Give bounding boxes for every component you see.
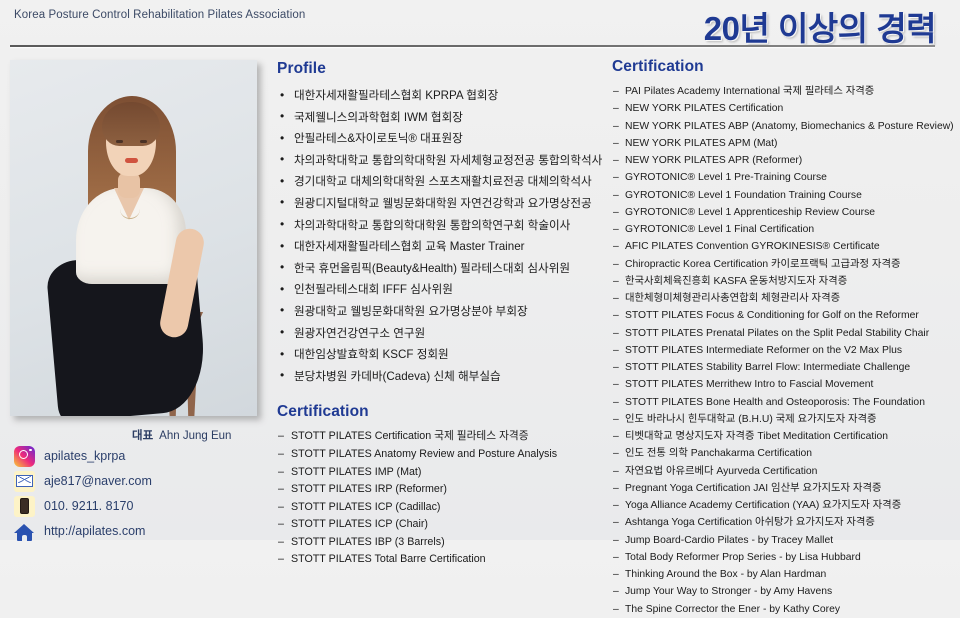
certification-right-item: STOTT PILATES Focus & Conditioning for G… <box>612 307 956 325</box>
profile-item: 국제웰니스의과학협회 IWM 협회장 <box>277 106 602 129</box>
certification-right-item: Jump Board-Cardio Pilates - by Tracey Ma… <box>612 532 956 550</box>
profile-item: 분당차병원 카데바(Cadeva) 신체 해부실습 <box>277 365 602 388</box>
profile-item: 대한임상발효학회 KSCF 정회원 <box>277 344 602 366</box>
certification-right-item: The Spine Corrector the Ener - by Kathy … <box>612 601 956 618</box>
phone-number: 010. 9211. 8170 <box>44 499 134 513</box>
contact-row-website[interactable]: http://apilates.com <box>14 519 264 543</box>
profile-item: 대한자세재활필라테스협회 교육 Master Trainer <box>277 236 602 258</box>
certification-right-item: 인도 바라나시 힌두대학교 (B.H.U) 국제 요가지도자 자격증 <box>612 411 956 429</box>
certification-mid-item: STOTT PILATES Anatomy Review and Posture… <box>277 446 602 464</box>
contact-row-email[interactable]: aje817@naver.com <box>14 469 264 493</box>
certification-mid-item: STOTT PILATES Certification 국제 필라테스 자격증 <box>277 428 602 446</box>
certification-mid-item: STOTT PILATES ICP (Chair) <box>277 516 602 534</box>
certification-mid-item: STOTT PILATES ICP (Cadillac) <box>277 499 602 517</box>
certification-right-item: STOTT PILATES Bone Health and Osteoporos… <box>612 394 956 412</box>
certification-right-item: GYROTONIC® Level 1 Apprenticeship Review… <box>612 204 956 222</box>
representative-line: 대표 Ahn Jung Eun <box>132 427 231 443</box>
portrait-photo <box>10 60 257 416</box>
certification-right-item: NEW YORK PILATES Certification <box>612 100 956 118</box>
certification-right-item: STOTT PILATES Prenatal Pilates on the Sp… <box>612 325 956 343</box>
profile-item: 차의과학대학교 통합의학대학원 통합의학연구회 학술이사 <box>277 214 602 237</box>
certification-right-item: STOTT PILATES Stability Barrel Flow: Int… <box>612 359 956 377</box>
page-title: 20년 이상의 경력 <box>703 10 937 47</box>
home-icon <box>14 521 35 542</box>
email-icon <box>14 470 35 492</box>
profile-item: 원광대학교 웰빙문화대학원 요가명상분야 부회장 <box>277 300 602 323</box>
certification-right-item: Chiropractic Korea Certification 카이로프랙틱 … <box>612 256 956 274</box>
profile-item: 경기대학교 대체의학대학원 스포츠재활치료전공 대체의학석사 <box>277 171 602 193</box>
certification-right-item: PAI Pilates Academy International 국제 필라테… <box>612 83 956 101</box>
profile-heading: Profile <box>277 60 326 77</box>
certification-right-item: Pregnant Yoga Certification JAI 임산부 요가지도… <box>612 480 956 498</box>
profile-item: 한국 휴먼올림픽(Beauty&Health) 필라테스대회 심사위원 <box>277 257 602 280</box>
certification-right-item: 한국사회체육진흥회 KASFA 운동처방지도자 자격증 <box>612 273 956 291</box>
certification-right-item: Yoga Alliance Academy Certification (YAA… <box>612 497 956 515</box>
certification-right-item: 인도 전통 의학 Panchakarma Certification <box>612 445 956 463</box>
profile-item: 안필라테스&자이로토닉® 대표원장 <box>277 128 602 150</box>
email-address: aje817@naver.com <box>44 474 152 488</box>
profile-list: 대한자세재활필라테스협회 KPRPA 협회장국제웰니스의과학협회 IWM 협회장… <box>277 85 602 387</box>
certification-column: Certification PAI Pilates Academy Intern… <box>612 58 956 618</box>
contact-list: apilates_kprpa aje817@naver.com 010. 921… <box>14 444 264 544</box>
certification-right-item: STOTT PILATES Intermediate Reformer on t… <box>612 342 956 360</box>
profile-item: 대한자세재활필라테스협회 KPRPA 협회장 <box>277 85 602 107</box>
certification-right-item: Ashtanga Yoga Certification 아쉬탕가 요가지도자 자… <box>612 514 956 532</box>
certification-right-item: 티벳대학교 명상지도자 자격증 Tibet Meditation Certifi… <box>612 428 956 446</box>
certification-right-item: NEW YORK PILATES ABP (Anatomy, Biomechan… <box>612 118 956 136</box>
header-divider <box>10 45 935 47</box>
certification-right-item: GYROTONIC® Level 1 Foundation Training C… <box>612 187 956 205</box>
certification-right-item: GYROTONIC® Level 1 Pre-Training Course <box>612 169 956 187</box>
certification-right-item: Total Body Reformer Prop Series - by Lis… <box>612 549 956 567</box>
contact-row-phone[interactable]: 010. 9211. 8170 <box>14 494 264 518</box>
certification-mid-list: STOTT PILATES Certification 국제 필라테스 자격증S… <box>277 428 602 569</box>
profile-item: 원광자연건강연구소 연구원 <box>277 322 602 345</box>
certification-right-item: STOTT PILATES Merrithew Intro to Fascial… <box>612 376 956 394</box>
certification-right-item: NEW YORK PILATES APR (Reformer) <box>612 152 956 170</box>
figure-necklace <box>120 200 140 219</box>
instagram-icon <box>14 445 35 467</box>
certification-mid-item: STOTT PILATES IRP (Reformer) <box>277 481 602 499</box>
certification-mid-item: STOTT PILATES IBP (3 Barrels) <box>277 534 602 552</box>
profile-item: 인천필라테스대회 IFFF 심사위원 <box>277 279 602 301</box>
phone-icon <box>14 495 35 517</box>
certification-right-item: GYROTONIC® Level 1 Final Certification <box>612 221 956 239</box>
representative-label: 대표 <box>132 430 154 442</box>
figure-lips <box>125 158 138 163</box>
figure-eye-left <box>116 140 123 143</box>
instagram-handle: apilates_kprpa <box>44 449 126 463</box>
figure-hair-front <box>102 102 160 146</box>
certification-right-item: 대한체형미체형관리사총연합회 체형관리사 자격증 <box>612 290 956 308</box>
certification-right-item: NEW YORK PILATES APM (Mat) <box>612 135 956 153</box>
certification-right-item: 자연요법 아유르베다 Ayurveda Certification <box>612 463 956 481</box>
website-url: http://apilates.com <box>44 524 146 538</box>
profile-item: 차의과학대학교 통합의학대학원 자세체형교정전공 통합의학석사 <box>277 149 602 172</box>
certification-right-list: PAI Pilates Academy International 국제 필라테… <box>612 83 956 618</box>
certification-right-heading: Certification <box>612 58 704 75</box>
certification-right-item: AFIC PILATES Convention GYROKINESIS® Cer… <box>612 238 956 256</box>
certification-mid-heading: Certification <box>277 403 369 421</box>
certification-mid-item: STOTT PILATES IMP (Mat) <box>277 464 602 482</box>
profile-column: Profile 대한자세재활필라테스협회 KPRPA 협회장국제웰니스의과학협회… <box>277 60 602 569</box>
profile-item: 원광디지털대학교 웰빙문화대학원 자연건강학과 요가명상전공 <box>277 192 602 215</box>
certification-mid-item: STOTT PILATES Total Barre Certification <box>277 551 602 569</box>
representative-name: Ahn Jung Eun <box>159 430 232 442</box>
figure-eye-right <box>140 140 147 143</box>
slide-root: Korea Posture Control Rehabilitation Pil… <box>0 0 960 618</box>
certification-right-item: Thinking Around the Box - by Alan Hardma… <box>612 566 956 584</box>
certification-right-item: Jump Your Way to Stronger - by Amy Haven… <box>612 583 956 601</box>
contact-row-instagram[interactable]: apilates_kprpa <box>14 444 264 468</box>
association-name: Korea Posture Control Rehabilitation Pil… <box>14 9 306 21</box>
